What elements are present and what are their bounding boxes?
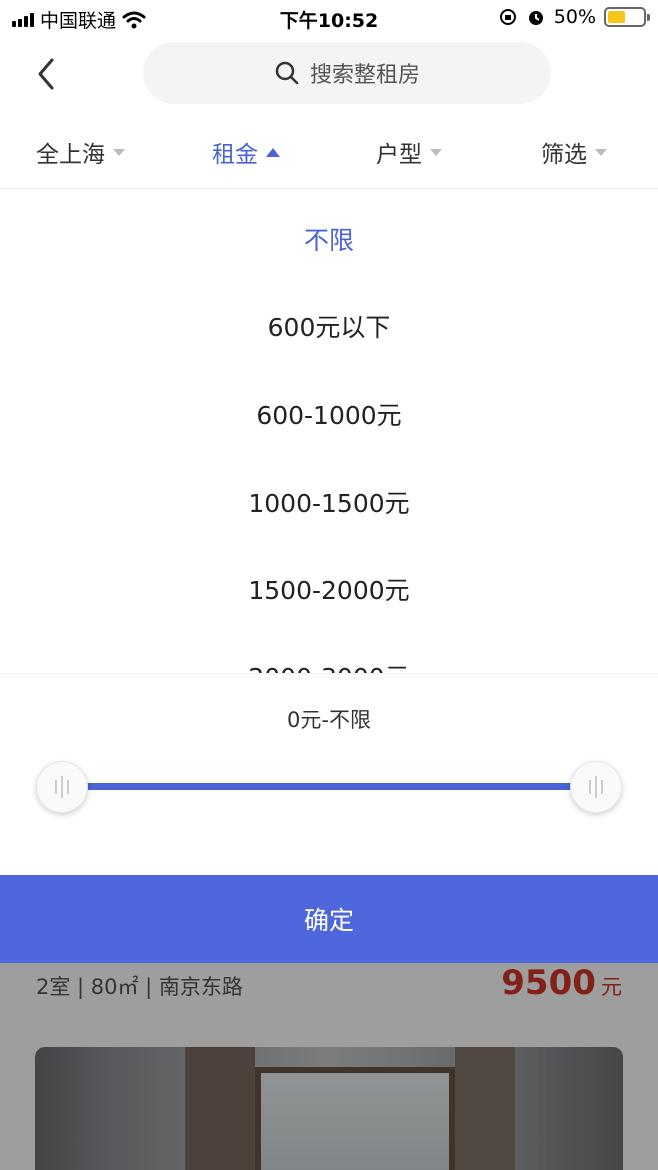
price-option[interactable]: 不限 (0, 221, 658, 257)
range-handle-min[interactable] (36, 761, 88, 813)
rotation-lock-icon (499, 9, 516, 25)
caret-down-icon (113, 148, 125, 156)
back-button[interactable] (30, 54, 66, 94)
search-input[interactable]: 搜索整租房 (143, 42, 551, 104)
filter-tab-more[interactable]: 筛选 (541, 120, 607, 184)
price-option[interactable]: 2000-3000元 (0, 658, 658, 673)
price-option[interactable]: 600-1000元 (0, 396, 658, 432)
listing-card[interactable]: 2室 | 80㎡ | 南京东路 9500 元 (0, 963, 658, 1170)
screen: 中国联通 下午10:52 50% 搜索整租房 全上海 租金 户型 筛选 2室 |… (0, 0, 658, 1170)
search-placeholder: 搜索整租房 (309, 63, 420, 88)
caret-down-icon (430, 148, 442, 156)
caret-down-icon (595, 148, 607, 156)
nav-bar: 搜索整租房 (0, 40, 658, 110)
filter-bar: 全上海 租金 户型 筛选 (0, 120, 658, 184)
confirm-button[interactable]: 确定 (0, 875, 658, 963)
confirm-label: 确定 (303, 906, 354, 935)
filter-tab-layout[interactable]: 户型 (376, 120, 442, 184)
filter-tab-label: 租金 (212, 142, 258, 168)
alarm-icon (528, 11, 543, 25)
range-track[interactable] (62, 783, 596, 790)
battery-percent: 50% (553, 6, 596, 28)
price-range-panel: 0元-不限 (0, 673, 658, 875)
status-bar: 中国联通 下午10:52 50% (0, 0, 658, 36)
range-label: 0元-不限 (287, 708, 371, 732)
battery-icon (604, 7, 650, 27)
price-option[interactable]: 600元以下 (0, 308, 658, 344)
range-handle-max[interactable] (570, 761, 622, 813)
price-dropdown: 不限 600元以下 600-1000元 1000-1500元 1500-2000… (0, 188, 658, 673)
filter-tab-label: 户型 (376, 142, 422, 168)
filter-tab-rent[interactable]: 租金 (212, 120, 280, 184)
dim-overlay[interactable] (0, 963, 658, 1170)
price-option[interactable]: 1500-2000元 (0, 571, 658, 607)
search-icon (275, 61, 299, 85)
filter-tab-label: 全上海 (36, 142, 105, 168)
filter-tab-label: 筛选 (541, 142, 587, 168)
price-option[interactable]: 1000-1500元 (0, 484, 658, 520)
status-right: 50% (498, 6, 650, 28)
filter-tab-area[interactable]: 全上海 (36, 120, 125, 184)
caret-up-icon (266, 147, 280, 157)
